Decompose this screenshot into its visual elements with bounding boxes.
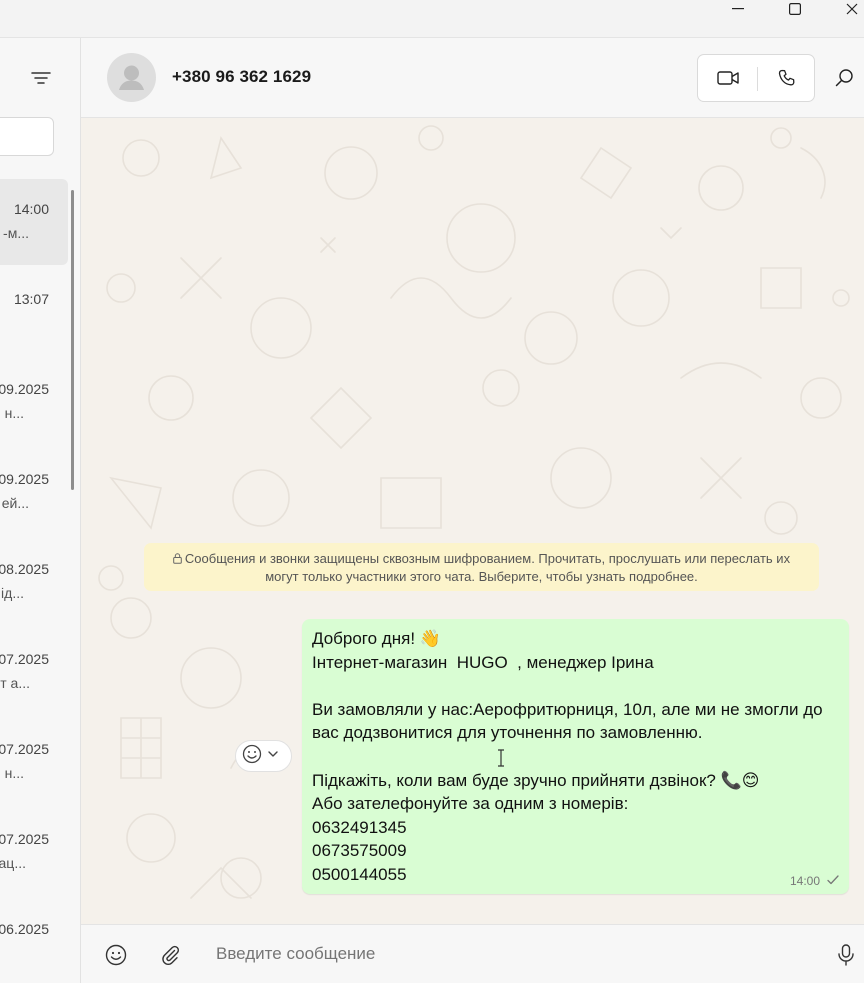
encryption-notice[interactable]: Сообщения и звонки защищены сквозным шиф…: [144, 543, 819, 591]
message-line: вас додзвонитися для уточнення по замовл…: [312, 723, 703, 743]
video-call-icon[interactable]: [698, 55, 757, 101]
single-check-icon: [827, 874, 839, 888]
message-composer: [81, 924, 864, 983]
outgoing-message-bubble[interactable]: Доброго дня! 👋 Інтернет-магазин HUGO , м…: [302, 619, 849, 894]
voice-call-icon[interactable]: [758, 55, 815, 101]
chat-list-item[interactable]: 07.2025 н...: [0, 719, 68, 805]
chevron-down-icon[interactable]: [266, 747, 280, 766]
lock-icon: [173, 551, 182, 568]
microphone-icon[interactable]: [834, 943, 858, 967]
emoji-react-icon[interactable]: [242, 744, 262, 769]
chat-list-item[interactable]: 09.2025 н...: [0, 359, 68, 445]
chat-time: 13:07: [13, 291, 49, 307]
close-icon[interactable]: [829, 0, 864, 18]
message-line: Підкажіть, коли вам буде зручно прийняти…: [312, 770, 760, 790]
chat-list-sidebar: 14:00 -м... 13:07 09.2025 н... 09.2025 е…: [0, 38, 81, 983]
filter-icon[interactable]: [30, 68, 54, 88]
message-line: Ви замовляли у нас:Аерофритюрниця, 10л, …: [312, 699, 823, 719]
chat-search-input[interactable]: [0, 117, 54, 156]
chat-preview: ац...: [0, 855, 26, 871]
chat-list-item[interactable]: 08.2025 ід...: [0, 539, 68, 625]
phone-number: 0500144055: [312, 864, 407, 884]
chat-time: 14:00: [13, 201, 49, 217]
chat-time: 09.2025: [0, 471, 49, 487]
attach-icon[interactable]: [158, 943, 182, 967]
chat-preview: н...: [4, 765, 24, 781]
chat-list-item[interactable]: 13:07: [0, 269, 68, 355]
chat-preview: ід...: [1, 585, 24, 601]
chat-list-item[interactable]: 06.2025: [0, 899, 68, 983]
emoji-icon[interactable]: [104, 943, 128, 967]
phone-number: 0673575009: [312, 841, 407, 861]
reaction-button[interactable]: [235, 740, 292, 772]
message-meta: 14:00: [790, 874, 839, 888]
chat-preview: ей...: [1, 495, 29, 511]
encryption-notice-line2: могут только участники этого чата. Выбер…: [265, 569, 698, 584]
chat-time: 09.2025: [0, 381, 49, 397]
maximize-icon[interactable]: [772, 0, 818, 18]
call-buttons-group: [697, 54, 815, 102]
chat-time: 08.2025: [0, 561, 49, 577]
encryption-notice-line1: Сообщения и звонки защищены сквозным шиф…: [184, 551, 791, 566]
chat-header: +380 96 362 1629: [81, 38, 864, 118]
message-time: 14:00: [789, 874, 820, 888]
text-cursor-icon: [497, 749, 505, 772]
chat-list-item[interactable]: 07.2025 т а...: [0, 629, 68, 715]
chat-preview: н...: [4, 405, 24, 421]
chat-preview: -м...: [3, 225, 29, 241]
chat-time: 07.2025: [0, 651, 49, 667]
chat-time: 06.2025: [0, 921, 49, 937]
chat-time: 07.2025: [0, 741, 49, 757]
sidebar-scrollbar[interactable]: [71, 190, 74, 490]
chat-messages-area: Сообщения и звонки защищены сквозным шиф…: [81, 118, 864, 924]
contact-name[interactable]: +380 96 362 1629: [172, 67, 311, 87]
chat-list-item[interactable]: 09.2025 ей...: [0, 449, 68, 535]
minimize-icon[interactable]: [715, 0, 761, 18]
chat-list-item[interactable]: 07.2025 ац...: [0, 809, 68, 895]
chat-list-item[interactable]: 14:00 -м...: [0, 179, 68, 265]
chat-preview: т а...: [0, 675, 30, 691]
message-line: Інтернет-магазин HUGO , менеджер Ірина: [312, 652, 654, 672]
message-input[interactable]: [216, 944, 776, 964]
avatar-placeholder-icon[interactable]: [107, 53, 156, 102]
message-line: Або зателефонуйте за одним з номерів:: [312, 794, 629, 814]
search-icon[interactable]: [833, 66, 857, 90]
chat-time: 07.2025: [0, 831, 49, 847]
phone-number: 0632491345: [312, 817, 407, 837]
title-bar: [0, 0, 864, 38]
message-line: Доброго дня! 👋: [312, 629, 441, 648]
